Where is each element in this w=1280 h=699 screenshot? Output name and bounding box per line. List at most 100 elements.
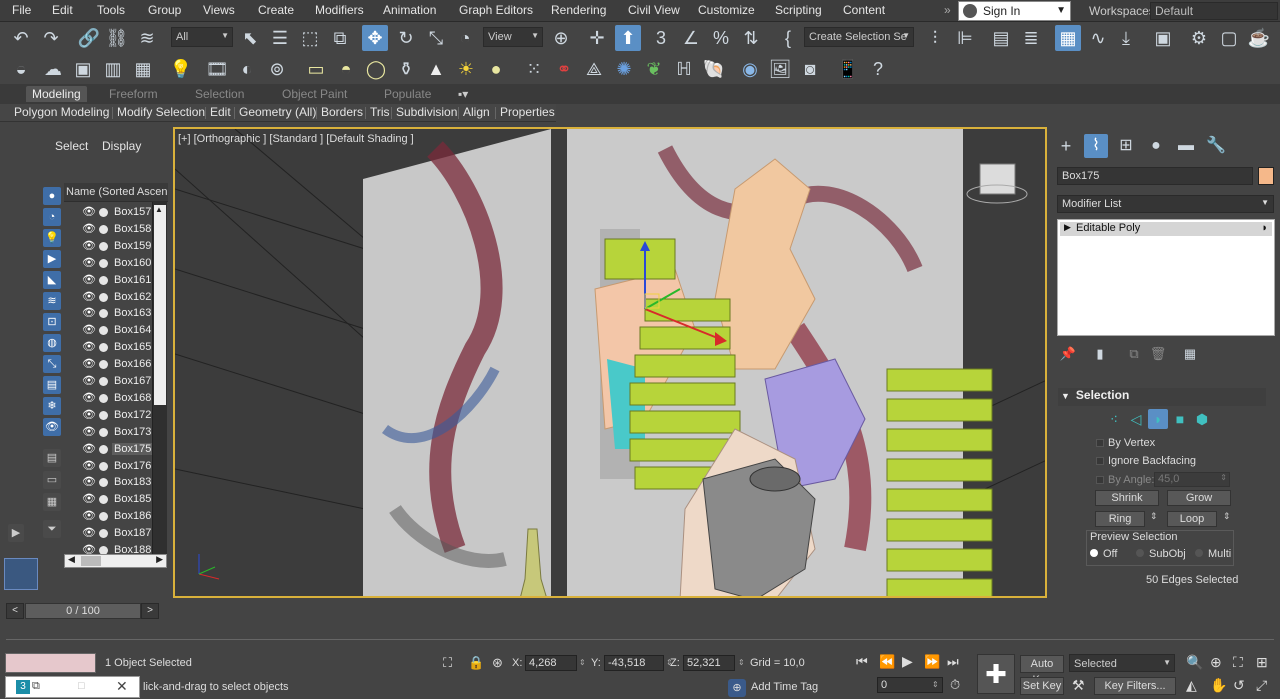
x-coordinate-field[interactable]: 4,268 [525,655,577,671]
maxscript-listener[interactable] [5,653,96,673]
list-item[interactable]: 👁 Box176 [64,458,152,475]
visibility-eye-icon[interactable]: 👁 [82,475,96,488]
particles-icon[interactable]: ⁙ [521,56,547,82]
visibility-eye-icon[interactable]: 👁 [82,256,96,269]
zoom-extents-icon[interactable]: ⛶ [1233,654,1243,671]
percent-snap-icon[interactable]: % [708,25,734,51]
freeze-dot-icon[interactable] [99,529,108,539]
set-key-button[interactable]: Set Key [1020,677,1064,695]
z-coordinate-field[interactable]: 52,321 [683,655,735,671]
ribbon-options-icon[interactable]: ▪▾ [452,86,474,102]
loop-spinner-icon[interactable]: ⇕ [1223,511,1231,522]
freeze-dot-icon[interactable] [99,377,108,386]
panel-tris[interactable]: Tris [370,105,390,119]
visibility-eye-icon[interactable]: 👁 [82,509,96,522]
grow-button[interactable]: Grow [1167,490,1231,506]
ring-spinner-icon[interactable]: ⇕ [1150,511,1158,522]
undo-icon[interactable]: ↶ [8,25,34,51]
edge-mode-icon[interactable]: ◁ [1126,409,1146,429]
go-to-start-icon[interactable]: ⏮ [856,654,868,670]
toggle-scene-explorer-icon[interactable]: ▤ [988,25,1014,51]
previous-frame-icon[interactable]: ⏪ [879,654,895,670]
window-crossing-icon[interactable]: ⧉ [327,25,353,51]
keyboard-shortcut-toggle-icon[interactable]: ⬆ [615,25,641,51]
link-icon[interactable]: 🔗 [76,25,102,51]
menu-group[interactable]: Group [148,3,181,17]
modify-tab-icon[interactable]: ⌇ [1084,134,1108,158]
key-filters-button[interactable]: Key Filters... [1094,677,1176,695]
pan-icon[interactable]: ✋ [1210,677,1227,694]
display-doc-icon[interactable]: ▦ [43,493,61,511]
viewport-orthographic[interactable]: [+] [Orthographic ] [Standard ] [Default… [173,127,1047,598]
freeze-dot-icon[interactable] [99,444,108,454]
lock-selection-icon[interactable]: 🔒 [468,655,484,671]
preview-radio-subobj[interactable]: SubObj [1136,548,1186,560]
unlink-icon[interactable]: ⛓ [104,25,130,51]
rendered-frame-window-icon[interactable]: ▢ [1216,25,1242,51]
spinner-snap-icon[interactable]: ⇅ [738,25,764,51]
list-item[interactable]: 👁 Box163 [64,305,152,322]
toggle-ribbon-icon[interactable]: ▦ [1055,25,1081,51]
display-lights-icon[interactable]: 💡 [43,229,61,247]
scrollbar-thumb[interactable] [154,205,166,405]
auto-key-button[interactable]: Auto Key [1020,655,1064,686]
pin-stack-icon[interactable]: 📌 [1058,344,1078,364]
by-vertex-checkbox[interactable]: By Vertex [1096,437,1155,449]
light-bulb-icon[interactable]: 💡 [168,56,194,82]
visibility-eye-icon[interactable]: 👁 [82,205,96,218]
freeze-dot-icon[interactable] [99,292,108,302]
menu-create[interactable]: Create [258,3,294,17]
visibility-eye-icon[interactable]: 👁 [82,492,96,505]
freeze-dot-icon[interactable] [99,512,108,522]
render-production-icon[interactable]: ☕ [1246,25,1272,51]
time-tag-icon[interactable]: ⊕ [728,679,746,697]
checkbox-box[interactable] [1096,457,1104,465]
tab-populate[interactable]: Populate [378,86,437,102]
hierarchy-tab-icon[interactable]: ⊞ [1114,134,1138,158]
menu-civil-view[interactable]: Civil View [628,3,680,17]
list-panel-icon[interactable]: ▥ [100,56,126,82]
display-spacewarps-icon[interactable]: ≋ [43,292,61,310]
menu-modifiers[interactable]: Modifiers [315,3,364,17]
panel-polygon-modeling[interactable]: Polygon Modeling [14,105,109,119]
utilities-tab-icon[interactable]: 🔧 [1204,134,1228,158]
visibility-eye-icon[interactable]: 👁 [82,374,96,387]
visibility-eye-icon[interactable]: 👁 [82,526,96,539]
y-coordinate-field[interactable]: -43,518 [604,655,664,671]
list-item[interactable]: 👁 Box165 [64,339,152,356]
select-manipulate-icon[interactable]: ✛ [584,25,610,51]
display-containers-icon[interactable]: ▤ [43,376,61,394]
display-shapes-icon[interactable]: ◔ [43,208,61,226]
workspaces-dropdown[interactable]: Default [1150,2,1278,20]
image-icon[interactable]: 🖼 [767,56,793,82]
freeze-dot-icon[interactable] [99,241,108,251]
list-item[interactable]: 👁 Box186 [64,508,152,525]
loop-button[interactable]: Loop [1167,511,1217,527]
radio-icon[interactable] [1090,549,1098,557]
by-angle-checkbox[interactable]: By Angle: [1096,474,1154,486]
molecule-icon[interactable]: ⚭ [551,56,577,82]
panel-modify-selection[interactable]: Modify Selection [117,105,205,119]
menu-customize[interactable]: Customize [698,3,755,17]
mirror-icon[interactable]: ⫶ [922,25,948,51]
freeze-dot-icon[interactable] [99,393,108,403]
visibility-eye-icon[interactable]: 👁 [82,442,96,455]
preview-radio-off[interactable]: Off [1090,548,1117,560]
freeze-dot-icon[interactable] [99,427,108,437]
display-xrefs-icon[interactable]: ◍ [43,334,61,352]
select-place-icon[interactable]: ◔ [452,25,478,51]
list-item[interactable]: 👁 Box162 [64,289,152,306]
visibility-eye-icon[interactable]: 👁 [82,391,96,404]
time-slider-next-icon[interactable]: > [141,603,159,619]
rectangular-selection-icon[interactable]: ⬚ [297,25,323,51]
absolute-mode-icon[interactable]: ⊛ [492,655,503,671]
maximize-icon[interactable]: □ [78,680,85,692]
list-item[interactable]: 👁 Box164 [64,322,152,339]
list-item[interactable]: 👁 Box160 [64,255,152,272]
display-particles-icon[interactable]: ❄ [43,397,61,415]
freeze-dot-icon[interactable] [99,326,108,336]
list-item[interactable]: 👁 Box185 [64,491,152,508]
scroll-left-icon[interactable]: ◀ [68,554,75,565]
radio-icon[interactable] [1195,549,1203,557]
vase-icon[interactable]: ⚱ [393,56,419,82]
